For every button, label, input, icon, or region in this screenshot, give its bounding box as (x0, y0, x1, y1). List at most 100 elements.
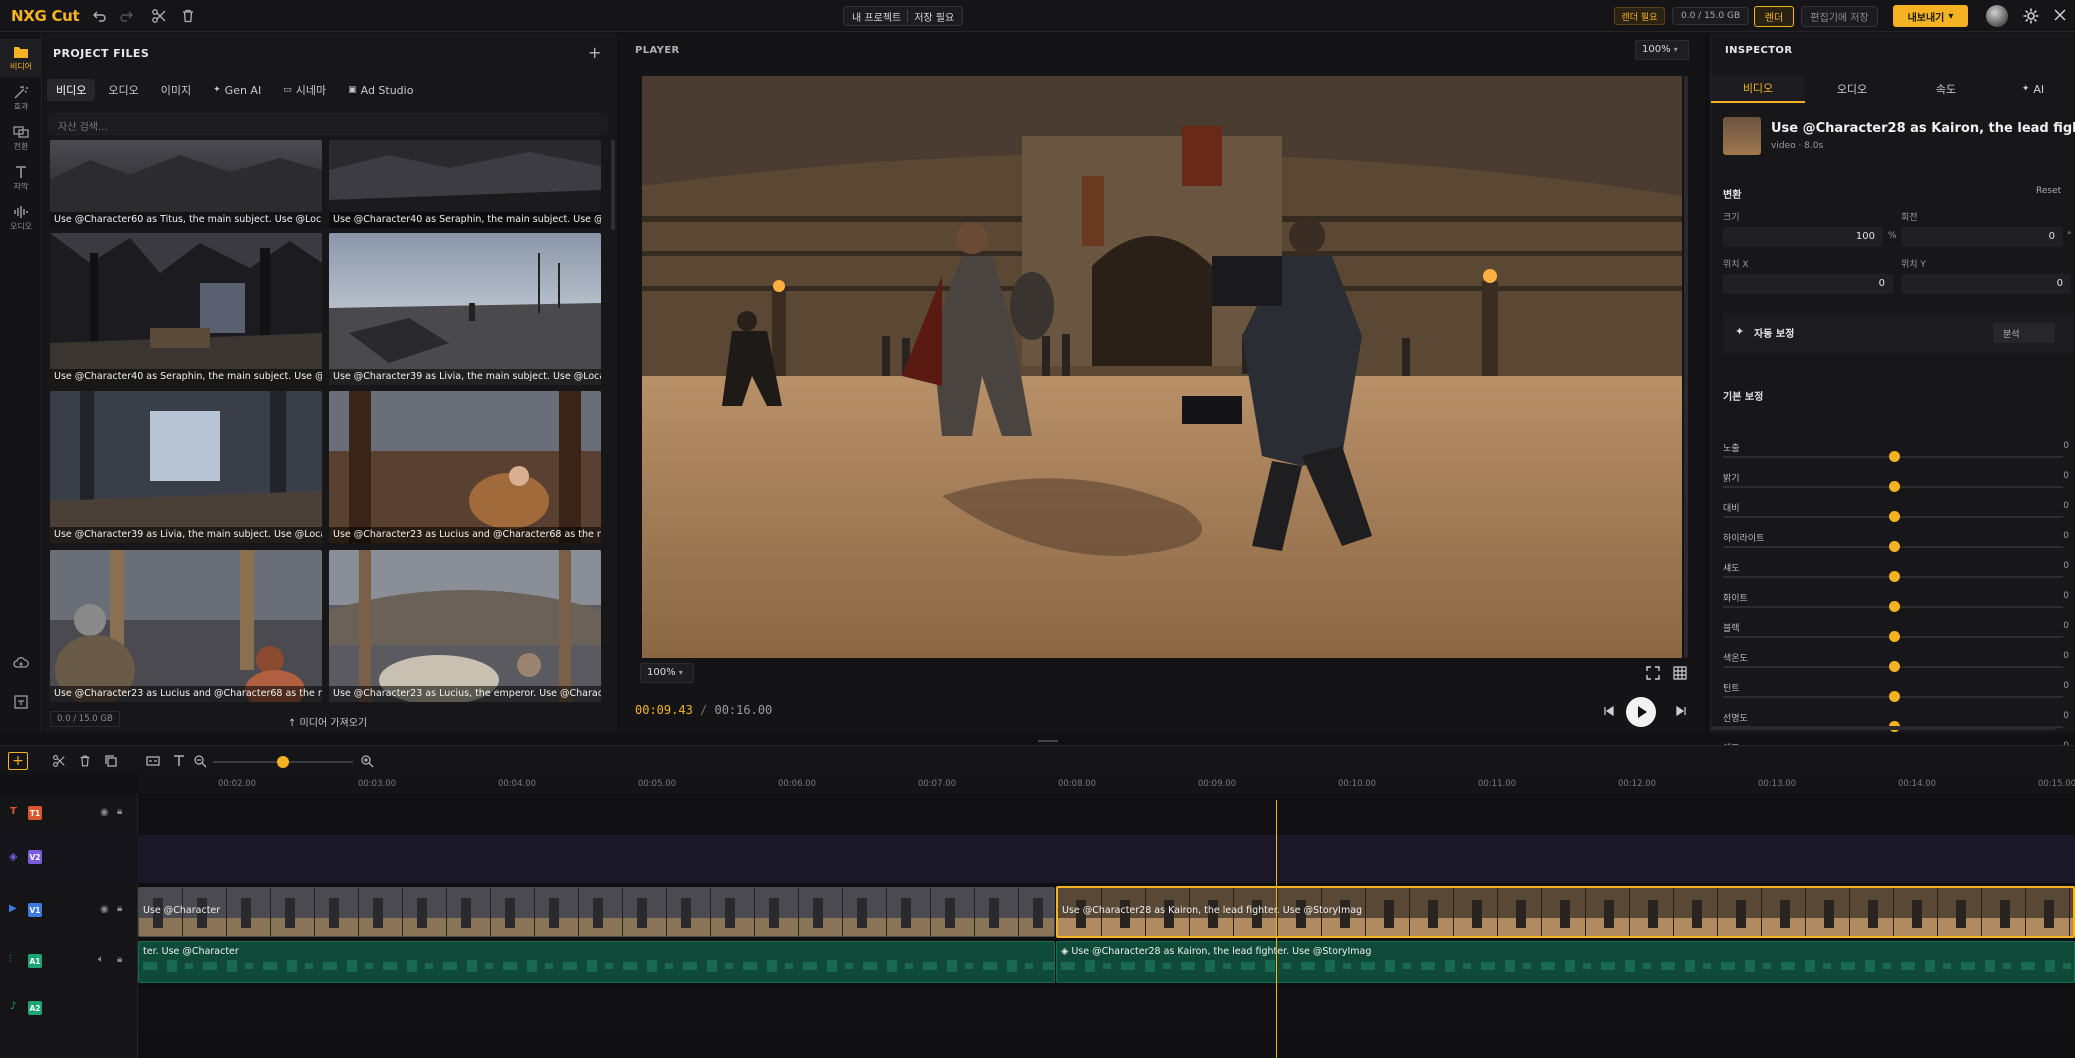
lock-icon[interactable]: 🔒︎ (117, 806, 122, 817)
project-status-pill[interactable]: 내 프로젝트 저장 필요 (843, 6, 964, 26)
tab-speed[interactable]: 속도 (1899, 75, 1993, 103)
lane-a2[interactable] (138, 987, 2075, 1033)
eye-icon[interactable]: ◉ (100, 807, 109, 818)
cloud-upload-icon[interactable] (13, 656, 29, 670)
trash-icon[interactable] (180, 8, 196, 24)
save-box-icon[interactable] (13, 695, 29, 709)
analyze-button[interactable]: 분석 (1993, 323, 2055, 343)
media-thumb[interactable]: Use @Character40 as Seraphin, the main s… (329, 140, 601, 228)
media-thumb[interactable]: Use @Character23 as Lucius, the emperor.… (329, 550, 601, 702)
scissors-icon[interactable] (52, 754, 66, 768)
undo-icon[interactable] (92, 8, 108, 24)
redo-icon[interactable] (118, 8, 134, 24)
tab-audio[interactable]: 오디오 (99, 79, 147, 101)
add-icon[interactable]: + (588, 43, 601, 62)
slider-knob[interactable] (1889, 481, 1900, 492)
timeline-zoom-slider[interactable] (213, 756, 353, 768)
media-thumb[interactable]: Use @Character23 as Lucius and @Characte… (50, 550, 322, 702)
video-clip[interactable]: Use @Character (138, 887, 1055, 937)
render-button[interactable]: 렌더 (1754, 6, 1794, 27)
play-button[interactable] (1626, 697, 1656, 727)
save-to-editor-button[interactable]: 편집기에 저장 (1801, 6, 1878, 27)
media-thumb[interactable]: Use @Character39 as Livia, the main subj… (50, 391, 322, 543)
text-icon[interactable] (172, 754, 186, 768)
copy-icon[interactable] (104, 754, 118, 768)
zoom-select-bottom[interactable]: 100% ▾ (640, 663, 694, 683)
scrollbar[interactable] (611, 140, 615, 230)
slider-knob[interactable] (1889, 511, 1900, 522)
zoom-out-icon[interactable] (193, 754, 207, 768)
timeline-ruler[interactable]: 00:02.00 00:03.00 00:04.00 00:05.00 00:06.00… (138, 775, 2075, 793)
caption-icon[interactable] (146, 754, 160, 768)
volume-icon[interactable]: 🔈︎ (98, 954, 104, 965)
rail-item-effects[interactable]: 효과 (0, 79, 42, 117)
media-thumb[interactable]: Use @Character23 as Lucius and @Characte… (329, 391, 601, 543)
adjust-slider-row: 틴트 0 (1723, 681, 2073, 703)
tab-cinema[interactable]: ▭ 시네마 (274, 79, 335, 101)
timeline-toolbar: + (0, 745, 2075, 775)
tab-ai[interactable]: ✦ AI (1993, 75, 2073, 103)
export-button[interactable]: 내보내기 ▾ (1893, 5, 1968, 27)
tab-image[interactable]: 이미지 (152, 79, 200, 101)
skip-forward-icon[interactable] (1675, 705, 1687, 717)
zoom-in-icon[interactable] (360, 754, 374, 768)
media-thumb[interactable]: Use @Character39 as Livia, the main subj… (329, 233, 601, 385)
audio-clip[interactable]: ter. Use @Character (138, 941, 1055, 983)
slider-knob[interactable] (1889, 631, 1900, 642)
asset-search-input[interactable]: 자산 검색... (49, 113, 607, 135)
size-input[interactable]: 100 (1723, 227, 1883, 247)
slider-knob[interactable] (1889, 451, 1900, 462)
ruler-tick: 00:02.00 (218, 779, 257, 789)
field-label: 회전 (1901, 213, 1918, 223)
audio-clip[interactable]: ◈ Use @Character28 as Kairon, the lead f… (1056, 941, 2075, 983)
close-icon[interactable] (2052, 7, 2068, 23)
rotation-input[interactable]: 0 (1901, 227, 2063, 247)
lock-icon[interactable]: 🔒︎ (117, 954, 122, 965)
position-x-input[interactable]: 0 (1723, 274, 1893, 294)
video-viewer[interactable] (642, 76, 1682, 658)
scissors-icon[interactable] (151, 8, 167, 24)
trash-icon[interactable] (78, 754, 92, 768)
tab-ad-studio[interactable]: ▣ Ad Studio (339, 79, 422, 101)
eye-icon[interactable]: ◉ (100, 904, 109, 915)
rail-item-media[interactable]: 비디어 (0, 39, 42, 77)
avatar[interactable] (1986, 5, 2008, 27)
playhead[interactable] (1276, 800, 1278, 1058)
tab-video[interactable]: 비디오 (1711, 75, 1805, 103)
rail-item-audio[interactable]: 오디오 (0, 199, 42, 237)
zoom-select-top[interactable]: 100% ▾ (1635, 40, 1689, 60)
tab-label: 시네마 (295, 84, 327, 97)
rail-item-transitions[interactable]: 전환 (0, 119, 42, 157)
grid-icon[interactable] (1673, 666, 1687, 680)
tab-audio[interactable]: 오디오 (1805, 75, 1899, 103)
track-header-t1: T T1 ◉ 🔒︎ (0, 793, 138, 833)
fullscreen-icon[interactable] (1646, 666, 1660, 680)
slider-knob[interactable] (1889, 661, 1900, 672)
tab-video[interactable]: 비디오 (47, 79, 96, 101)
timeline-lanes[interactable]: Use @Character Use @Character28 as Kairo… (138, 793, 2075, 1058)
gear-icon[interactable] (2022, 7, 2040, 25)
slider-knob[interactable] (1889, 541, 1900, 552)
slider-knob[interactable] (1889, 601, 1900, 612)
rail-item-subtitles[interactable]: 자막 (0, 159, 42, 197)
inspector-scrollbar[interactable] (1711, 726, 2056, 730)
reset-button[interactable]: Reset (2036, 186, 2061, 196)
video-clip-selected[interactable]: Use @Character28 as Kairon, the lead fig… (1056, 886, 2075, 938)
tab-label: Gen AI (224, 83, 262, 97)
slider-knob[interactable] (1889, 571, 1900, 582)
media-thumb[interactable]: Use @Character60 as Titus, the main subj… (50, 140, 322, 228)
lock-icon[interactable]: 🔒︎ (117, 903, 122, 914)
zoom-slider-knob[interactable] (277, 756, 289, 768)
media-thumb[interactable]: Use @Character40 as Seraphin, the main s… (50, 233, 322, 385)
player-scrollbar[interactable] (1684, 76, 1688, 658)
resize-handle[interactable] (1038, 740, 1058, 742)
add-track-button[interactable]: + (8, 752, 28, 770)
position-y-input[interactable]: 0 (1901, 274, 2071, 294)
ruler-tick: 00:08.00 (1058, 779, 1097, 789)
tab-gen-ai[interactable]: ✦ Gen AI (204, 79, 270, 101)
import-media-button[interactable]: ↑ 미디어 가져오기 (288, 714, 367, 729)
lane-v2[interactable] (138, 835, 2075, 883)
skip-back-icon[interactable] (1603, 705, 1615, 717)
lane-t1[interactable] (138, 793, 2075, 833)
slider-knob[interactable] (1889, 691, 1900, 702)
